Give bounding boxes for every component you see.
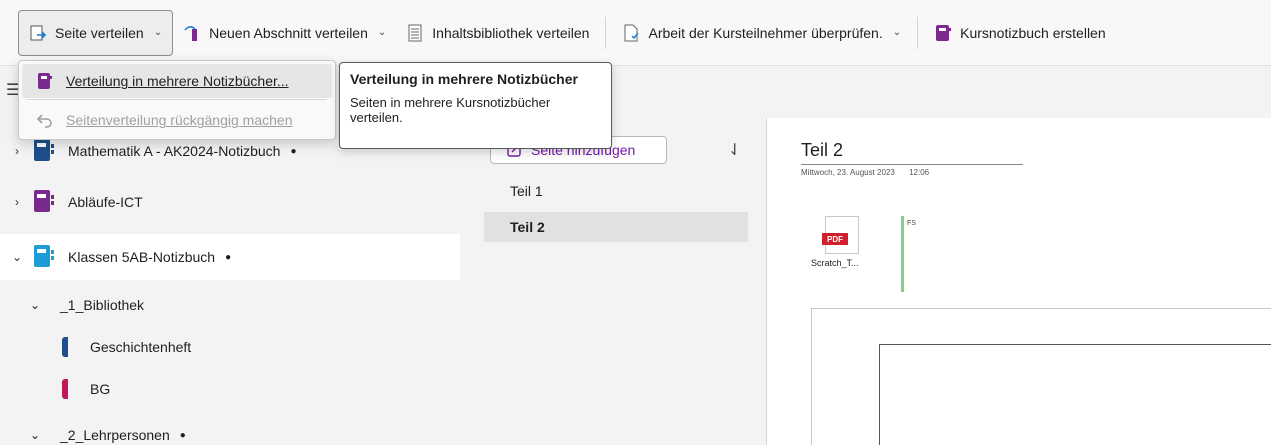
- tooltip-body: Seiten in mehrere Kursnotizbücher vertei…: [350, 95, 551, 125]
- menu-item-undo-distribution[interactable]: Seitenverteilung rückgängig machen: [22, 103, 332, 137]
- create-class-notebook-label: Kursnotizbuch erstellen: [960, 24, 1106, 41]
- ink-stroke: [901, 216, 904, 292]
- tooltip: Verteilung in mehrere Notizbücher Seiten…: [339, 62, 612, 149]
- page-canvas[interactable]: Teil 2 Mittwoch, 23. August 2023 12:06 P…: [766, 118, 1271, 445]
- sync-dot: ●: [179, 429, 186, 441]
- pdf-attachment[interactable]: PDF Scratch_T...: [811, 216, 859, 268]
- page-item[interactable]: Teil 1: [484, 176, 748, 206]
- notebook-icon: [34, 138, 54, 164]
- menu-item-label: Verteilung in mehrere Notizbücher...: [66, 73, 289, 89]
- review-student-work-label: Arbeit der Kursteilnehmer überprüfen.: [648, 24, 883, 41]
- chevron-right-icon[interactable]: ›: [10, 144, 24, 158]
- ink-label: FS: [907, 220, 916, 227]
- page-list: Seite hinzufügen ⇃ Teil 1 Teil 2: [466, 118, 766, 445]
- section-group-label: _1_Bibliothek: [60, 297, 145, 313]
- chevron-down-icon[interactable]: ⌄: [10, 250, 24, 264]
- distribute-page-menu: Verteilung in mehrere Notizbücher... Sei…: [18, 60, 336, 140]
- section-label: Geschichtenheft: [90, 339, 192, 355]
- ribbon-toolbar: Seite verteilen ⌄ Neuen Abschnitt vertei…: [0, 0, 1271, 66]
- section-group-item[interactable]: ⌄ _2_Lehrpersonen ●: [0, 414, 460, 445]
- sync-dot: ●: [225, 251, 232, 263]
- pdf-badge: PDF: [822, 233, 848, 245]
- printout-inner-frame: [879, 344, 1271, 445]
- page-title[interactable]: Teil 2: [801, 140, 843, 161]
- distribute-content-library-button[interactable]: Inhaltsbibliothek verteilen: [396, 10, 599, 56]
- section-tab-icon: [62, 379, 68, 399]
- section-tab-icon: [62, 337, 68, 357]
- page-date-time: Mittwoch, 23. August 2023 12:06: [801, 168, 929, 177]
- menu-item-label: Seitenverteilung rückgängig machen: [66, 112, 293, 128]
- section-group-item[interactable]: ⌄ _1_Bibliothek: [0, 284, 460, 326]
- content-library-icon: [406, 24, 424, 42]
- page-time: 12:06: [909, 168, 930, 177]
- notebook-label: Klassen 5AB-Notizbuch: [68, 249, 216, 265]
- title-underline: [801, 164, 1023, 165]
- notebook-label: Abläufe-ICT: [68, 194, 143, 210]
- section-label: BG: [90, 381, 111, 397]
- page-label: Teil 1: [510, 183, 543, 199]
- distribute-section-button[interactable]: Neuen Abschnitt verteilen ⌄: [173, 10, 396, 56]
- notebook-icon: [34, 189, 54, 215]
- section-item[interactable]: Geschichtenheft: [0, 326, 460, 368]
- notebook-label: Mathematik A - AK2024-Notizbuch: [68, 143, 281, 159]
- chevron-down-icon: ⌄: [153, 27, 163, 38]
- sort-icon[interactable]: ⇃: [728, 140, 741, 160]
- tooltip-title: Verteilung in mehrere Notizbücher: [350, 71, 578, 87]
- undo-icon: [36, 111, 54, 129]
- distribute-section-icon: [183, 24, 201, 42]
- chevron-down-icon[interactable]: ⌄: [30, 298, 44, 312]
- page-item-selected[interactable]: Teil 2: [484, 212, 748, 242]
- class-notebook-icon: [934, 24, 952, 42]
- distribute-page-button[interactable]: Seite verteilen ⌄: [18, 9, 174, 56]
- distribute-section-label: Neuen Abschnitt verteilen: [209, 24, 368, 41]
- sync-dot: ●: [290, 145, 297, 157]
- notebook-item-selected[interactable]: ⌄ Klassen 5AB-Notizbuch ●: [0, 234, 460, 280]
- section-group-label: _2_Lehrpersonen: [60, 427, 170, 443]
- section-item[interactable]: BG: [0, 368, 460, 410]
- review-work-icon: [622, 24, 640, 42]
- distribute-page-label: Seite verteilen: [55, 24, 144, 41]
- distribute-content-library-label: Inhaltsbibliothek verteilen: [432, 24, 590, 41]
- attachment-name: Scratch_T...: [811, 258, 859, 268]
- chevron-down-icon: ⌄: [892, 27, 902, 38]
- create-class-notebook-button[interactable]: Kursnotizbuch erstellen: [924, 10, 1116, 56]
- menu-separator: [27, 99, 327, 100]
- page-label: Teil 2: [510, 219, 545, 235]
- pdf-file-icon: PDF: [822, 216, 859, 254]
- notebook-icon: [36, 72, 54, 90]
- distribute-page-icon: [29, 24, 47, 42]
- chevron-right-icon[interactable]: ›: [10, 195, 24, 209]
- review-student-work-button[interactable]: Arbeit der Kursteilnehmer überprüfen. ⌄: [612, 10, 911, 56]
- ribbon-divider: [605, 16, 607, 49]
- ribbon-divider: [917, 16, 919, 49]
- page-date: Mittwoch, 23. August 2023: [801, 168, 895, 177]
- notebook-item[interactable]: › Abläufe-ICT: [0, 179, 460, 225]
- chevron-down-icon: ⌄: [377, 27, 387, 38]
- notebook-icon: [34, 244, 54, 270]
- menu-item-distribute-multiple[interactable]: Verteilung in mehrere Notizbücher...: [22, 64, 332, 98]
- chevron-down-icon[interactable]: ⌄: [30, 428, 44, 442]
